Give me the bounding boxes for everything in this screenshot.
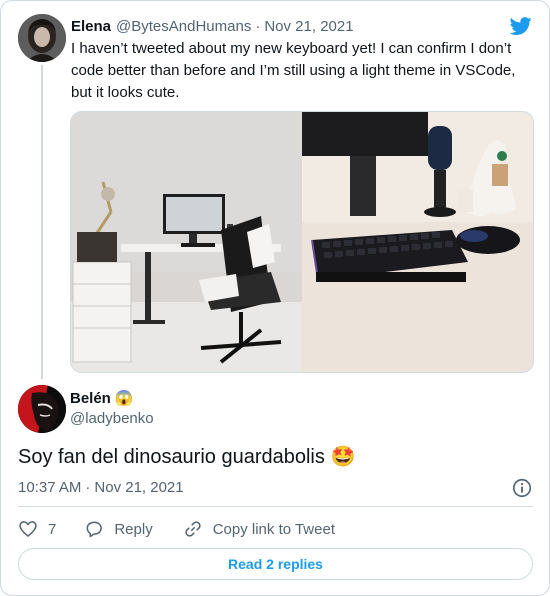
like-button[interactable]: 7 <box>18 519 56 539</box>
copy-link-button[interactable]: Copy link to Tweet <box>183 519 335 539</box>
main-avatar[interactable] <box>18 385 66 433</box>
parent-date[interactable]: Nov 21, 2021 <box>264 18 353 35</box>
media-grid <box>70 111 534 373</box>
parent-avatar[interactable] <box>18 14 66 62</box>
embedded-tweet-card: Elena @BytesAndHumans · Nov 21, 2021 I h… <box>0 0 550 596</box>
twitter-bird-icon[interactable] <box>509 15 533 37</box>
main-author-handle[interactable]: @ladybenko <box>70 410 154 427</box>
info-icon[interactable] <box>511 477 533 499</box>
parent-author-name[interactable]: Elena <box>71 18 111 35</box>
photo-desk-setup[interactable] <box>71 112 302 372</box>
link-icon <box>185 521 201 537</box>
tweet-actions: 7 Reply Copy link to Tweet <box>18 516 335 542</box>
reply-bubble-icon <box>86 521 103 538</box>
main-tweet-text-row: Soy fan del dinosaurio guardabolis 🤩 <box>18 444 356 470</box>
actions-divider <box>18 506 533 507</box>
tweet-time[interactable]: 10:37 AM <box>18 479 81 496</box>
parent-separator: · <box>255 17 261 35</box>
main-author-name[interactable]: Belén <box>70 390 111 407</box>
parent-tweet-text: I haven’t tweeted about my new keyboard … <box>71 40 516 101</box>
main-tweet-text: Soy fan del dinosaurio guardabolis <box>18 446 325 468</box>
read-replies-button[interactable]: Read 2 replies <box>18 548 533 580</box>
read-replies-label: Read 2 replies <box>228 556 323 572</box>
star-struck-emoji: 🤩 <box>330 446 356 468</box>
timestamp-separator: · <box>85 479 91 496</box>
screaming-face-emoji: 😱 <box>114 390 134 407</box>
heart-icon <box>19 521 37 537</box>
main-author-name-row[interactable]: Belén 😱 <box>70 389 134 408</box>
reply-label: Reply <box>114 520 153 538</box>
photo-keyboard-closeup[interactable] <box>302 112 533 372</box>
tweet-timestamp[interactable]: 10:37 AM · Nov 21, 2021 <box>18 479 184 496</box>
thread-line <box>41 65 43 379</box>
parent-tweet-header: Elena @BytesAndHumans · Nov 21, 2021 <box>71 15 354 37</box>
reply-button[interactable]: Reply <box>84 519 153 539</box>
like-count: 7 <box>48 520 57 538</box>
tweet-date[interactable]: Nov 21, 2021 <box>94 479 183 496</box>
copy-link-label: Copy link to Tweet <box>212 520 335 538</box>
parent-author-handle[interactable]: @BytesAndHumans <box>116 18 251 35</box>
